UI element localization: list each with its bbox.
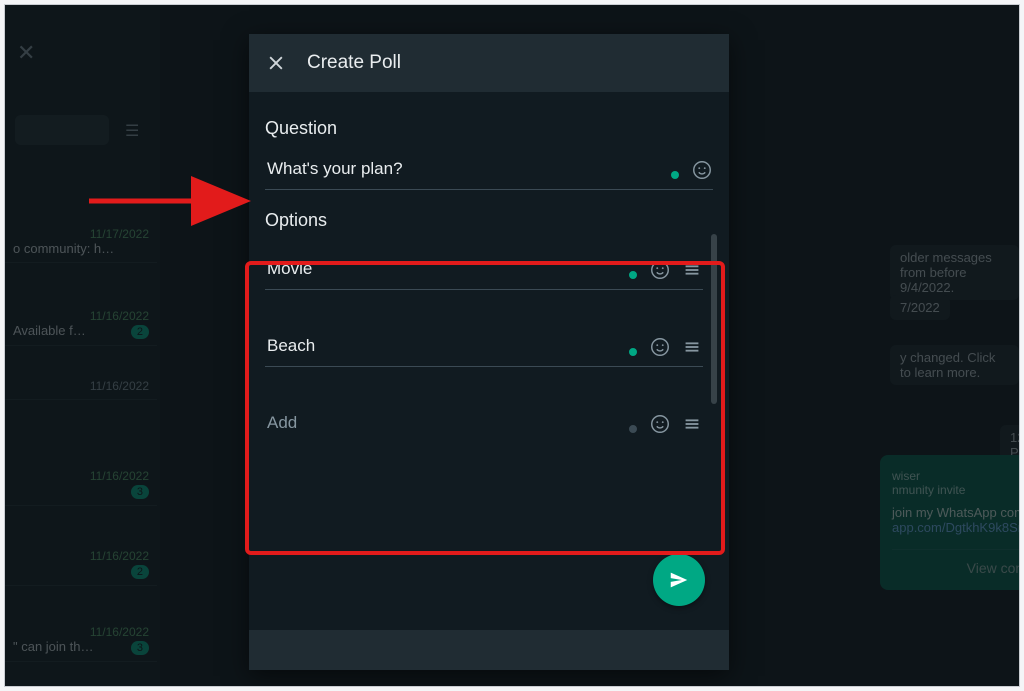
app-frame: ✕ ☰ 11/17/2022 o community: h… 11/16/202… <box>4 4 1020 687</box>
older-messages-notice[interactable]: older messages from before 9/4/2022. <box>890 245 1019 300</box>
sidebar-header: ✕ <box>17 25 147 81</box>
drag-handle-icon[interactable] <box>681 336 703 358</box>
question-input[interactable] <box>265 151 665 183</box>
chat-preview: 2 <box>13 563 149 579</box>
panel-header: Create Poll <box>249 34 729 92</box>
panel-title: Create Poll <box>307 52 401 74</box>
filter-icon[interactable]: ☰ <box>125 121 139 141</box>
view-community-button[interactable]: View community <box>892 549 1020 576</box>
unread-badge: 3 <box>131 641 149 655</box>
bubble-sender: wiser <box>892 469 1020 483</box>
sidebar: ✕ ☰ 11/17/2022 o community: h… 11/16/202… <box>5 5 160 686</box>
chat-date: 11/16/2022 <box>13 379 149 393</box>
chat-preview: Available f…2 <box>13 323 149 339</box>
bubble-link[interactable]: app.com/DgtkhK9k8Sr7Co5Q52MCnQ <box>892 520 1020 535</box>
chat-date: 11/16/2022 <box>13 309 149 323</box>
active-indicator-icon <box>629 348 637 356</box>
panel-footer <box>249 630 729 670</box>
emoji-icon[interactable] <box>691 159 713 181</box>
create-poll-panel: Create Poll Question Options <box>249 34 729 670</box>
active-indicator-icon <box>671 171 679 179</box>
option-add-input[interactable] <box>265 405 623 437</box>
chat-date: 11/16/2022 <box>13 469 149 483</box>
bubble-subtitle: nmunity invite <box>892 483 1020 497</box>
unread-badge: 2 <box>131 565 149 579</box>
security-notice[interactable]: y changed. Click to learn more. <box>890 345 1019 385</box>
active-indicator-icon <box>629 425 637 433</box>
send-button[interactable] <box>653 554 705 606</box>
chat-list-item[interactable]: 11/16/2022 2 <box>5 545 157 586</box>
chat-preview: 3 <box>13 483 149 499</box>
chat-list-item[interactable]: 11/16/2022 " can join th…3 <box>5 621 157 662</box>
drag-handle-icon[interactable] <box>681 413 703 435</box>
unread-badge: 3 <box>131 485 149 499</box>
chat-date: 11/17/2022 <box>13 227 149 241</box>
close-icon[interactable] <box>265 52 287 74</box>
emoji-icon[interactable] <box>649 259 671 281</box>
chat-list-item[interactable]: 11/16/2022 Available f…2 <box>5 305 157 346</box>
option-field[interactable] <box>265 251 703 290</box>
chat-preview: " can join th…3 <box>13 639 149 655</box>
options-section: Options <box>261 204 717 443</box>
chat-list-item[interactable]: 11/16/2022 <box>5 375 157 400</box>
options-scrollbar[interactable] <box>711 234 717 404</box>
bubble-body: join my WhatsApp community: <box>892 505 1020 520</box>
emoji-icon[interactable] <box>649 413 671 435</box>
message-bubble[interactable]: wiser nmunity invite join my WhatsApp co… <box>880 455 1020 590</box>
chat-list-item[interactable]: 11/16/2022 3 <box>5 465 157 506</box>
drag-handle-icon[interactable] <box>681 259 703 281</box>
option-field[interactable] <box>265 328 703 367</box>
option-input[interactable] <box>265 328 623 360</box>
option-add-field[interactable] <box>265 405 703 443</box>
close-icon[interactable]: ✕ <box>17 40 35 66</box>
chat-date: 11/16/2022 <box>13 625 149 639</box>
option-input[interactable] <box>265 251 623 283</box>
panel-body: Question Options <box>249 92 729 670</box>
options-section-label: Options <box>261 204 707 233</box>
question-section-label: Question <box>261 112 717 141</box>
unread-badge: 2 <box>131 325 149 339</box>
chat-list-item[interactable]: 11/17/2022 o community: h… <box>5 223 157 263</box>
chat-preview: o community: h… <box>13 241 149 256</box>
search-input[interactable] <box>15 115 109 145</box>
question-field[interactable] <box>265 151 713 190</box>
chat-date: 11/16/2022 <box>13 549 149 563</box>
date-pill: 7/2022 <box>890 295 950 320</box>
emoji-icon[interactable] <box>649 336 671 358</box>
active-indicator-icon <box>629 271 637 279</box>
